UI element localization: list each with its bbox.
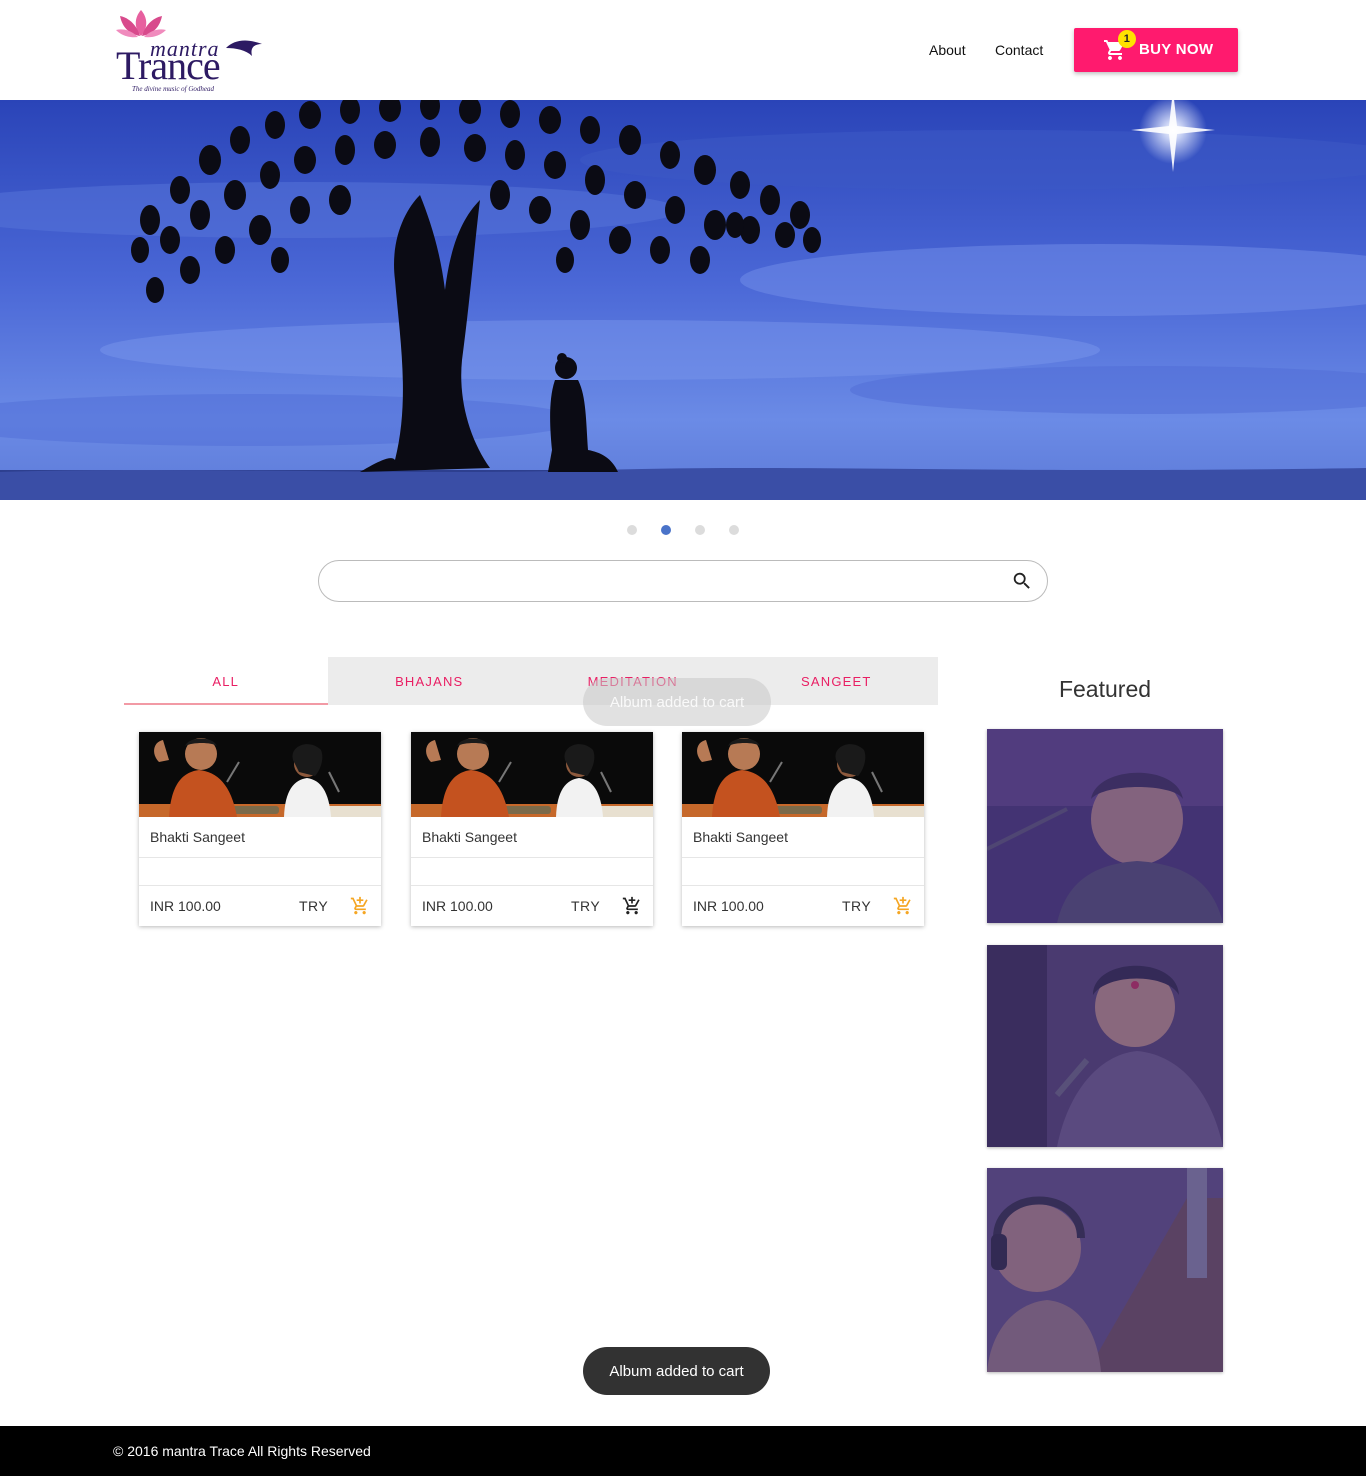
nav-contact-link[interactable]: Contact xyxy=(995,42,1043,58)
album-price: INR 100.00 xyxy=(150,898,221,914)
divider xyxy=(411,885,653,886)
logo-word-trance: Trance xyxy=(116,43,221,88)
tab-bhajans[interactable]: BHAJANS xyxy=(327,657,531,705)
album-cover-image xyxy=(411,732,653,817)
carousel-indicators xyxy=(627,525,739,535)
logo-tagline: The divine music of Godhead xyxy=(132,85,215,93)
add-shopping-cart-icon[interactable] xyxy=(622,896,642,916)
album-card[interactable]: Bhakti Sangeet INR 100.00 TRY xyxy=(411,732,653,926)
tab-label: BHAJANS xyxy=(395,673,464,689)
brand-swoosh xyxy=(226,40,262,56)
album-title: Bhakti Sangeet xyxy=(422,829,517,845)
hero-illustration xyxy=(0,100,1366,500)
divider xyxy=(682,885,924,886)
album-description-clipped xyxy=(411,858,653,885)
search-bar xyxy=(318,560,1048,602)
tab-label: ALL xyxy=(212,673,240,689)
featured-artist-image xyxy=(987,945,1223,1147)
try-button[interactable]: TRY xyxy=(299,898,328,914)
cart-count-badge: 1 xyxy=(1118,30,1136,48)
featured-artist-card[interactable] xyxy=(987,729,1223,923)
category-tabs: ALL BHAJANS MEDITATION SANGEET xyxy=(124,657,938,705)
search-input[interactable] xyxy=(337,569,997,595)
hero-banner xyxy=(0,100,1366,500)
carousel-dot-4[interactable] xyxy=(729,525,739,535)
buy-now-label: BUY NOW xyxy=(1139,41,1214,58)
featured-artist-card[interactable] xyxy=(987,1168,1223,1372)
album-title: Bhakti Sangeet xyxy=(693,829,788,845)
album-card[interactable]: Bhakti Sangeet INR 100.00 TRY xyxy=(682,732,924,926)
snackbar-toast: Album added to cart xyxy=(583,1347,770,1395)
album-cover-image xyxy=(139,732,381,817)
divider xyxy=(139,885,381,886)
featured-artist-card[interactable] xyxy=(987,945,1223,1147)
brand-logo[interactable]: mantra Trance The divine music of Godhea… xyxy=(114,6,266,98)
site-header: mantra Trance The divine music of Godhea… xyxy=(0,0,1366,100)
carousel-dot-2[interactable] xyxy=(661,525,671,535)
search-icon[interactable] xyxy=(1011,570,1033,592)
tab-all[interactable]: ALL xyxy=(124,657,336,705)
add-shopping-cart-icon[interactable] xyxy=(350,896,370,916)
site-footer: © 2016 mantra Trace All Rights Reserved xyxy=(0,1426,1366,1476)
album-description-clipped xyxy=(139,858,381,885)
copyright-text: © 2016 mantra Trace All Rights Reserved xyxy=(113,1443,371,1459)
featured-artist-image xyxy=(987,729,1223,923)
try-button[interactable]: TRY xyxy=(842,898,871,914)
album-price: INR 100.00 xyxy=(422,898,493,914)
carousel-dot-3[interactable] xyxy=(695,525,705,535)
featured-heading: Featured xyxy=(1058,676,1152,702)
album-price: INR 100.00 xyxy=(693,898,764,914)
album-card[interactable]: Bhakti Sangeet INR 100.00 TRY xyxy=(139,732,381,926)
carousel-dot-1[interactable] xyxy=(627,525,637,535)
featured-artist-image xyxy=(987,1168,1223,1372)
nav-about-link[interactable]: About xyxy=(929,42,966,58)
album-title: Bhakti Sangeet xyxy=(150,829,245,845)
tab-label: SANGEET xyxy=(800,673,872,689)
buy-now-button[interactable]: 1 BUY NOW xyxy=(1074,28,1238,72)
add-shopping-cart-icon[interactable] xyxy=(893,896,913,916)
album-cover-image xyxy=(682,732,924,817)
toast-fading: Album added to cart xyxy=(583,678,771,726)
album-description-clipped xyxy=(682,858,924,885)
try-button[interactable]: TRY xyxy=(571,898,600,914)
